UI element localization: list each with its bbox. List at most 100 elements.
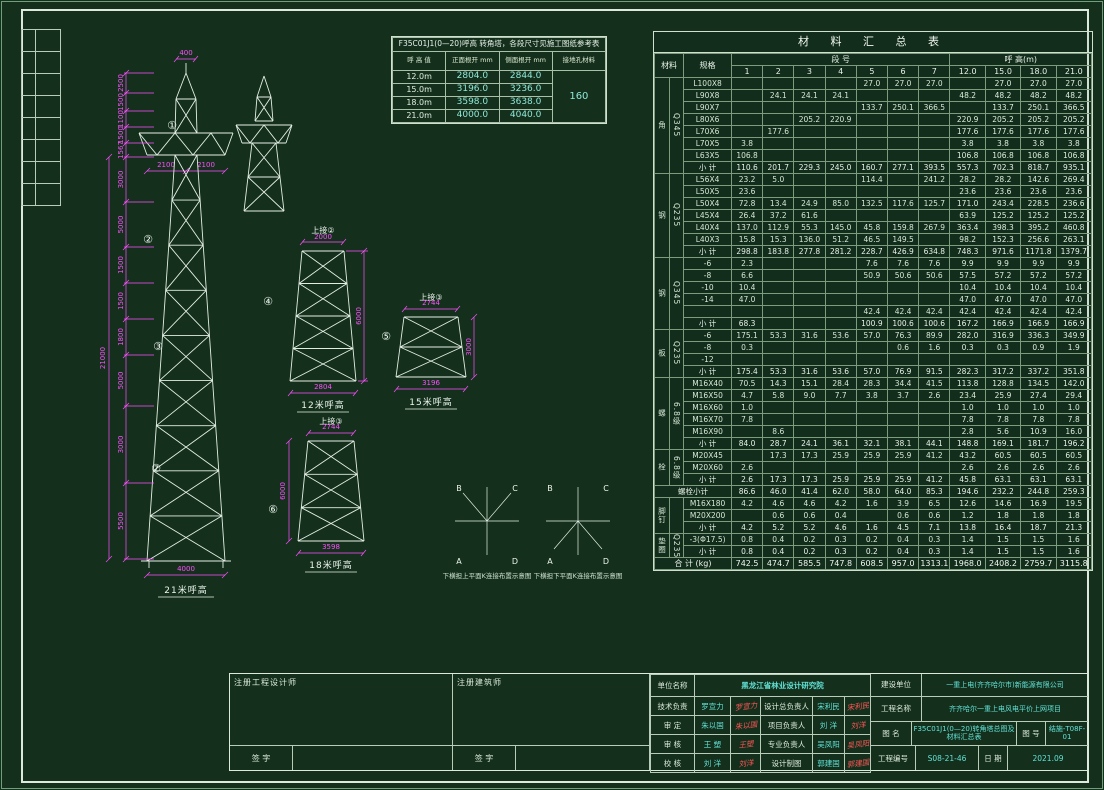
weight-value: 5.8 [763, 390, 794, 402]
weight-value: 9.9 [950, 258, 985, 270]
role-label: 校 核 [651, 754, 695, 773]
subtotal-value: 100.6 [919, 318, 950, 330]
tower-lattice [290, 251, 356, 381]
total-value: 474.7 [763, 558, 794, 570]
weight-value [919, 138, 950, 150]
subtotal-value: 21.3 [1056, 522, 1091, 534]
weight-value [794, 270, 825, 282]
section-12m: 上接② 2000 2804 6000 12米呼高 ④ [263, 225, 368, 412]
weight-value: 1.8 [1056, 510, 1091, 522]
subtotal-value: 0.8 [731, 546, 762, 558]
weight-value [1021, 354, 1056, 366]
weight-value [794, 102, 825, 114]
dimension-label: 1800 [117, 328, 125, 346]
subtotal-value: 63.1 [1056, 474, 1091, 486]
steel-grade [669, 498, 684, 534]
header-height: 呼 高(m) [950, 54, 1092, 66]
dimension-label: 5500 [117, 512, 125, 530]
weight-value: 76.3 [887, 330, 918, 342]
total-value: 747.8 [825, 558, 856, 570]
subtotal-value: 57.0 [856, 366, 887, 378]
side-root-value: 3236.0 [499, 84, 552, 97]
weight-value [794, 402, 825, 414]
subtotal-value: 317.2 [985, 366, 1020, 378]
weight-value: 136.0 [794, 234, 825, 246]
weight-value: 60.5 [985, 450, 1020, 462]
dimension-label: 2500 [117, 74, 125, 92]
weight-value [763, 414, 794, 426]
material-row: L70X6177.6177.6177.6177.6177.6 [655, 126, 1092, 138]
weight-value: 7.8 [731, 414, 762, 426]
weight-value: 47.0 [985, 294, 1020, 306]
dim-sec15-side: 3000 [465, 338, 473, 356]
spec-label: L90X7 [684, 102, 732, 114]
front-root-value: 3196.0 [446, 84, 499, 97]
subtotal-value: 0.3 [825, 546, 856, 558]
weight-value: 46.5 [856, 234, 887, 246]
subtotal-value: 818.7 [1021, 162, 1056, 174]
height-value: 18.0m [393, 97, 446, 110]
steel-grade: 6.8级 [669, 378, 684, 450]
weight-value [919, 150, 950, 162]
weight-value: 250.1 [887, 102, 918, 114]
person-name: 宋利民 [813, 697, 845, 716]
subtotal-value: 557.3 [950, 162, 985, 174]
weight-value: 60.5 [1021, 450, 1056, 462]
material-category: 栓 [655, 450, 670, 486]
subtotal-label: 螺栓小计 [655, 486, 732, 498]
weight-value: 0.6 [887, 342, 918, 354]
subtotal-value [794, 318, 825, 330]
weight-value: 57.0 [856, 330, 887, 342]
height-column: 18.0 [1021, 66, 1056, 78]
weight-value: 28.2 [985, 174, 1020, 186]
weight-value: 24.9 [794, 198, 825, 210]
weight-value: 1.5 [1021, 534, 1056, 546]
weight-value: 14.3 [763, 378, 794, 390]
weight-value: 10.4 [731, 282, 762, 294]
weight-value [856, 426, 887, 438]
weight-value: 0.9 [1021, 342, 1056, 354]
dim-arm-left: 2100 [157, 161, 175, 169]
subtotal-value: 1379.7 [1056, 246, 1091, 258]
subtotal-value: 281.2 [825, 246, 856, 258]
weight-value [950, 102, 985, 114]
weight-value: 0.6 [887, 510, 918, 522]
k-letter-c: C [512, 484, 518, 493]
side-root-value: 2844.0 [499, 71, 552, 84]
weight-value [919, 414, 950, 426]
total-value: 1968.0 [950, 558, 985, 570]
weight-value: 13.4 [763, 198, 794, 210]
weight-value: 113.8 [950, 378, 985, 390]
weight-value [763, 102, 794, 114]
weight-value: 16.9 [1021, 498, 1056, 510]
weight-value: 27.0 [919, 78, 950, 90]
material-row: L50X523.623.623.623.623.6 [655, 186, 1092, 198]
subtotal-value: 229.3 [794, 162, 825, 174]
subtotal-row: 螺栓小计86.646.041.462.058.064.085.3194.6232… [655, 486, 1092, 498]
k-letter-a: A [547, 557, 553, 566]
drawing-no-label: 图 号 [1017, 722, 1046, 746]
spec-label: M20X60 [684, 462, 732, 474]
material-row: 螺6.8级M16X4070.514.315.128.428.334.441.51… [655, 378, 1092, 390]
weight-value [856, 354, 887, 366]
k-joint-lines [546, 487, 610, 555]
k-joint-detail-upper: B C A D 下横担上平面K连接布置示意图 [443, 484, 532, 580]
total-value: 3115.8 [1056, 558, 1091, 570]
subtotal-value: 702.3 [985, 162, 1020, 174]
weight-value: 137.0 [731, 222, 762, 234]
weight-value: 7.6 [887, 258, 918, 270]
subtotal-value: 0.4 [763, 546, 794, 558]
weight-value: 2.6 [1021, 462, 1056, 474]
registered-engineer-label: 注册工程设计师 [234, 677, 297, 688]
weight-value [856, 462, 887, 474]
staff-row: 校 核刘 洋刘洋设计制图郭建国郭建国 [651, 754, 871, 773]
company-name: 黑龙江省林业设计研究院 [695, 675, 871, 697]
spec-label: M16X180 [684, 498, 732, 510]
subtotal-value: 748.3 [950, 246, 985, 258]
steel-grade: Q235 [669, 330, 684, 378]
weight-value: 1.0 [950, 402, 985, 414]
owner-value: 一重上电(齐齐哈尔市)新能源有限公司 [922, 674, 1088, 696]
weight-value: 15.1 [794, 378, 825, 390]
weight-value: 4.6 [794, 498, 825, 510]
spec-label: L100X8 [684, 78, 732, 90]
